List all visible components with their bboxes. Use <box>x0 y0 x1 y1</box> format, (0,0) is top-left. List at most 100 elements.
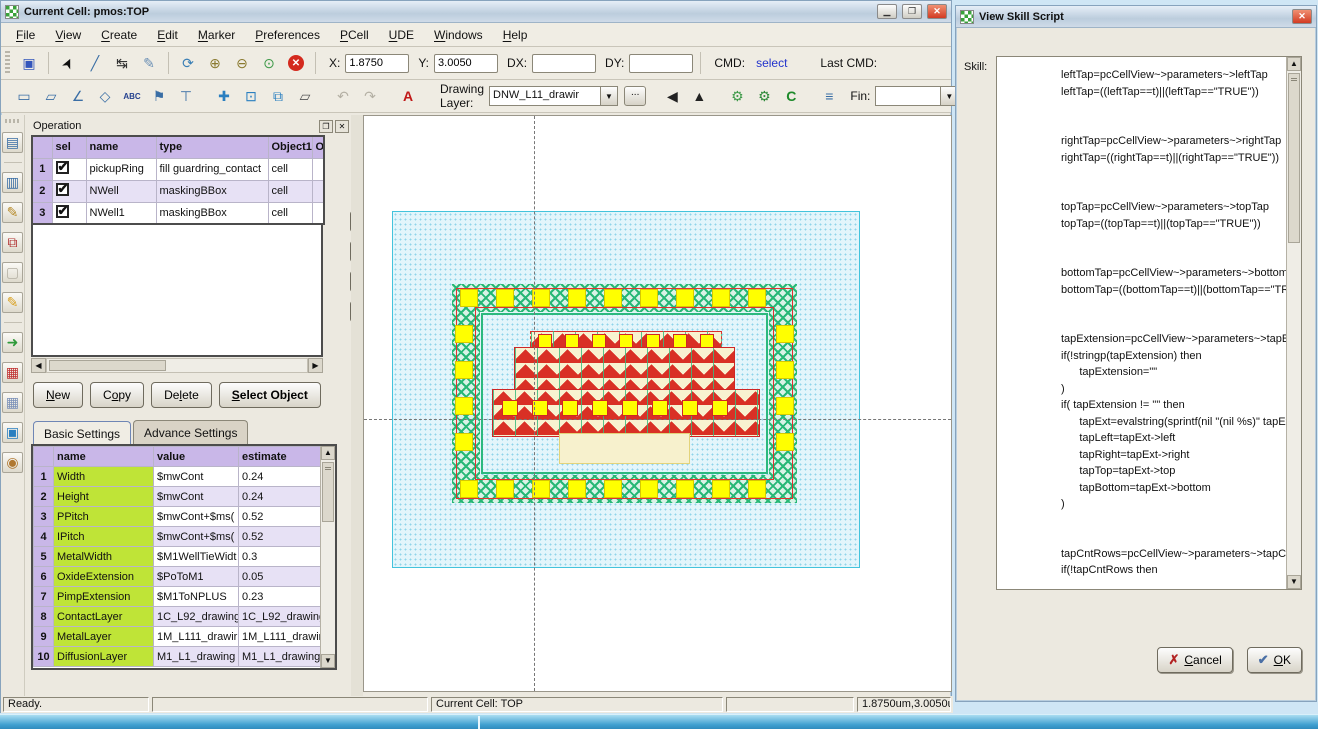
new-button[interactable]: New <box>33 382 83 408</box>
skill-vscrollbar[interactable]: ▲ ▼ <box>1286 57 1301 589</box>
operation-row[interactable]: 3NWell1maskingBBoxcell <box>32 202 324 224</box>
menu-create[interactable]: Create <box>92 25 146 45</box>
redo-icon[interactable]: ↷ <box>358 84 382 108</box>
operation-table[interactable]: selnametypeObject1O 1pickupRingfill guar… <box>31 135 325 225</box>
save-icon[interactable]: ▣ <box>17 51 41 75</box>
scroll-down-icon[interactable]: ▼ <box>321 654 335 668</box>
selection-box-icon[interactable]: ▢ <box>2 262 23 283</box>
settings-row[interactable]: 8ContactLayer1C_L92_drawing1C_L92_drawin… <box>34 607 324 627</box>
pcell-run-icon[interactable]: ⚙ <box>752 84 776 108</box>
y-coordinate-field[interactable] <box>434 54 498 73</box>
pencil-note-icon[interactable]: ✎ <box>2 292 23 313</box>
snap-mode-icon[interactable]: A <box>396 84 420 108</box>
delete-button[interactable]: Delete <box>151 382 212 408</box>
skill-close-button[interactable]: ✕ <box>1292 9 1312 24</box>
calendar-icon[interactable]: ▦ <box>2 362 23 383</box>
drawing-layer-value[interactable]: DNW_L11_drawir <box>489 86 601 106</box>
row-checkbox[interactable] <box>56 205 69 218</box>
tab-basic-settings[interactable]: Basic Settings <box>33 421 131 445</box>
desktop-taskbar[interactable] <box>0 714 1318 729</box>
settings-row[interactable]: 6OxideExtension$PoToM10.05 <box>34 567 324 587</box>
settings-row[interactable]: 2Height$mwCont0.24 <box>34 487 324 507</box>
operation-row[interactable]: 1pickupRingfill guardring_contactcell <box>32 158 324 180</box>
menu-edit[interactable]: Edit <box>148 25 187 45</box>
main-titlebar[interactable]: Current Cell: pmos:TOP ▁ ❐ ✕ <box>1 1 951 23</box>
scroll-right-icon[interactable]: ▶ <box>308 358 323 373</box>
scroll-left-icon[interactable]: ◀ <box>31 358 46 373</box>
zoom-select-icon[interactable]: ⊙ <box>257 51 281 75</box>
menu-help[interactable]: Help <box>494 25 537 45</box>
cancel-command-icon[interactable]: ✕ <box>284 51 308 75</box>
row-checkbox[interactable] <box>56 183 69 196</box>
display-monitor-icon[interactable]: ▣ <box>2 422 23 443</box>
ok-button[interactable]: ✔OK <box>1247 647 1302 673</box>
select-cursor-icon[interactable]: ➤ <box>56 51 80 75</box>
skill-scroll-down-icon[interactable]: ▼ <box>1287 575 1301 589</box>
drawing-layer-dropdown-icon[interactable]: ▼ <box>601 86 618 106</box>
menu-windows[interactable]: Windows <box>425 25 492 45</box>
skill-titlebar[interactable]: View Skill Script ✕ <box>956 6 1316 28</box>
settings-row[interactable]: 4IPitch$mwCont+$ms(0.52 <box>34 527 324 547</box>
rectangle-tool-icon[interactable]: ▭ <box>12 84 36 108</box>
skill-scroll-up-icon[interactable]: ▲ <box>1287 57 1301 71</box>
close-panel-icon[interactable]: ✕ <box>335 120 349 133</box>
flip-horizontal-icon[interactable]: ◀ <box>660 84 684 108</box>
settings-row[interactable]: 1Width$mwCont0.24 <box>34 467 324 487</box>
stretch-edit-icon[interactable]: ⊡ <box>239 84 263 108</box>
cancel-button[interactable]: ✗Cancel <box>1157 647 1232 673</box>
menu-view[interactable]: View <box>46 25 90 45</box>
ruler-tool-icon[interactable]: ✎ <box>137 51 161 75</box>
copy-tool-icon[interactable]: ⧉ <box>266 84 290 108</box>
corner-rect-tool-icon[interactable]: ▱ <box>39 84 63 108</box>
maximize-button[interactable]: ❐ <box>902 4 922 19</box>
skill-code-area[interactable]: leftTap=pcCellView~>parameters~>leftTap … <box>996 56 1302 590</box>
settings-row[interactable]: 3PPitch$mwCont+$ms(0.52 <box>34 507 324 527</box>
property-form-icon[interactable]: ▥ <box>2 172 23 193</box>
zoom-out-icon[interactable]: ⊖ <box>230 51 254 75</box>
layer-palette-icon[interactable]: ◉ <box>2 452 23 473</box>
flip-vertical-icon[interactable]: ▲ <box>687 84 711 108</box>
toolbar-grip[interactable] <box>5 51 10 75</box>
grid-table-icon[interactable]: ▦ <box>2 392 23 413</box>
skill-vscroll-thumb[interactable] <box>1288 73 1300 243</box>
settings-row[interactable]: 7PimpExtension$M1ToNPLUS0.23 <box>34 587 324 607</box>
settings-row[interactable]: 5MetalWidth$M1WellTieWidt0.3 <box>34 547 324 567</box>
operation-panel-titlebar[interactable]: Operation ❐ ✕ <box>31 117 351 135</box>
layer-browse-button[interactable]: ... <box>624 86 646 106</box>
line-tool-icon[interactable]: ╱ <box>83 51 107 75</box>
menu-file[interactable]: File <box>7 25 44 45</box>
text-label-tool-icon[interactable]: ABC <box>120 84 144 108</box>
menu-preferences[interactable]: Preferences <box>246 25 329 45</box>
menu-pcell[interactable]: PCell <box>331 25 378 45</box>
drawing-layer-combobox[interactable]: DNW_L11_drawir▼ <box>489 86 618 106</box>
settings-table[interactable]: namevalueestimate 1Width$mwCont0.242Heig… <box>33 446 324 667</box>
panel-splitter[interactable] <box>351 115 363 696</box>
polygon-tool-icon[interactable]: ◇ <box>93 84 117 108</box>
operation-hscrollbar[interactable]: ◀ ▶ <box>31 358 323 373</box>
scroll-up-icon[interactable]: ▲ <box>321 446 335 460</box>
hscroll-thumb[interactable] <box>49 360 166 371</box>
fin-combobox[interactable]: ▼ <box>875 86 958 106</box>
x-coordinate-field[interactable] <box>345 54 409 73</box>
menu-marker[interactable]: Marker <box>189 25 244 45</box>
tab-advance-settings[interactable]: Advance Settings <box>133 420 248 444</box>
settings-row[interactable]: 9MetalLayer1M_L111_drawir1M_L111_drawin <box>34 627 324 647</box>
edit-window-icon[interactable]: ✎ <box>2 202 23 223</box>
menu-ude[interactable]: UDE <box>380 25 423 45</box>
minimize-button[interactable]: ▁ <box>877 4 897 19</box>
vscroll-thumb[interactable] <box>322 462 334 522</box>
close-button[interactable]: ✕ <box>927 4 947 19</box>
row-checkbox[interactable] <box>56 161 69 174</box>
stretch-tool-icon[interactable]: ↹ <box>110 51 134 75</box>
select-object-button[interactable]: Select Object <box>219 382 321 408</box>
dy-field[interactable] <box>629 54 693 73</box>
path-tool-icon[interactable]: ∠ <box>66 84 90 108</box>
hierarchy-icon[interactable]: ⧉ <box>2 232 23 253</box>
dx-field[interactable] <box>532 54 596 73</box>
callback-icon[interactable]: C <box>779 84 803 108</box>
copy-button[interactable]: Copy <box>90 382 144 408</box>
layout-canvas[interactable] <box>363 115 952 692</box>
pin-tool-icon[interactable]: ⚑ <box>147 84 171 108</box>
pcell-eval-icon[interactable]: ⚙ <box>725 84 749 108</box>
align-icon[interactable]: ≡ <box>817 84 841 108</box>
